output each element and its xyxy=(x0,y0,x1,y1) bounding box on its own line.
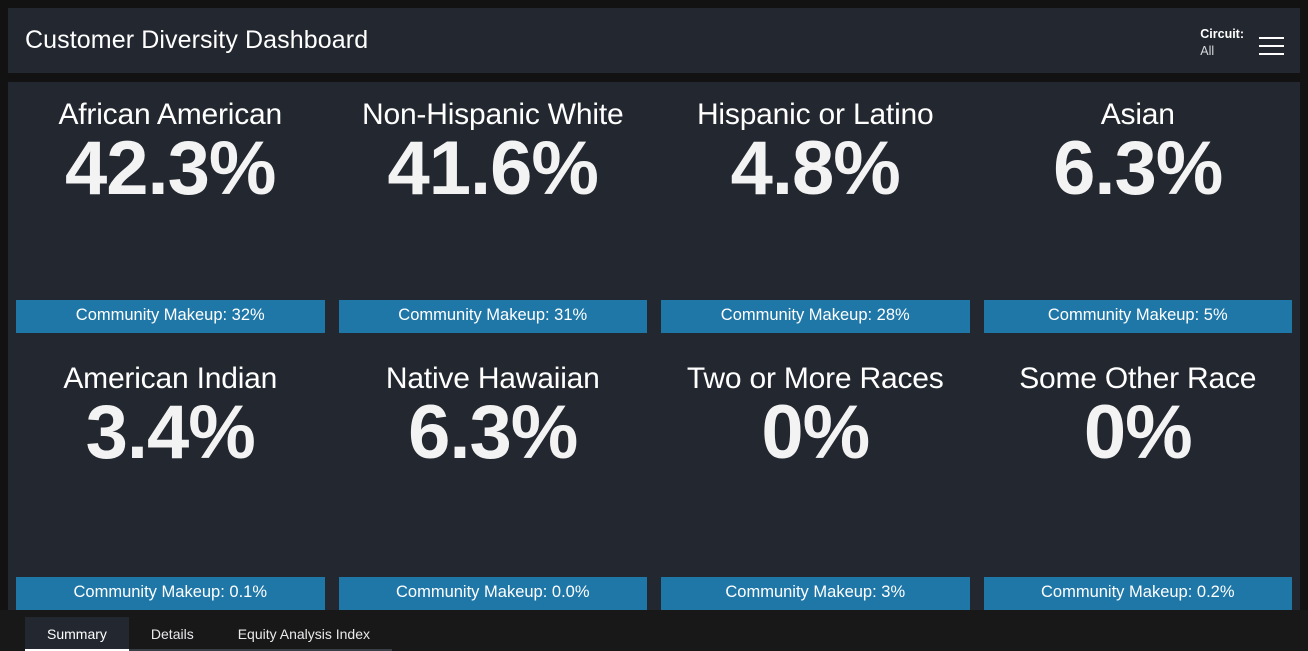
tab-summary[interactable]: Summary xyxy=(25,617,129,651)
kpi-value: 0% xyxy=(761,389,870,475)
circuit-filter-label: Circuit: xyxy=(1200,27,1244,41)
tab-details[interactable]: Details xyxy=(128,617,216,651)
kpi-grid: African American 42.3% Community Makeup:… xyxy=(8,82,1300,610)
hamburger-bar-3 xyxy=(1259,53,1284,55)
hamburger-menu-icon[interactable] xyxy=(1259,37,1284,55)
kpi-value: 4.8% xyxy=(730,125,901,211)
kpi-community-makeup-banner: Community Makeup: 0.1% xyxy=(16,577,325,610)
kpi-value: 41.6% xyxy=(387,125,599,211)
dashboard-app: Customer Diversity Dashboard Circuit: Al… xyxy=(0,0,1308,651)
tab-summary-label: Summary xyxy=(47,626,107,642)
circuit-filter[interactable]: Circuit: All xyxy=(1200,26,1244,60)
tab-equity-analysis-index[interactable]: Equity Analysis Index xyxy=(215,617,392,651)
tab-details-label: Details xyxy=(150,626,194,642)
kpi-card-two-or-more-races[interactable]: Two or More Races 0% Community Makeup: 3… xyxy=(661,346,970,610)
dashboard-content: African American 42.3% Community Makeup:… xyxy=(8,82,1300,610)
kpi-card-some-other-race[interactable]: Some Other Race 0% Community Makeup: 0.2… xyxy=(983,346,1292,610)
kpi-community-makeup-banner: Community Makeup: 3% xyxy=(661,577,970,610)
tab-equity-analysis-index-label: Equity Analysis Index xyxy=(237,626,370,642)
kpi-card-african-american[interactable]: African American 42.3% Community Makeup:… xyxy=(16,82,325,346)
kpi-value: 6.3% xyxy=(408,389,578,475)
circuit-filter-value[interactable]: All xyxy=(1200,43,1244,60)
hamburger-bar-2 xyxy=(1259,45,1284,47)
kpi-value: 6.3% xyxy=(1053,125,1223,211)
hamburger-bar-1 xyxy=(1259,37,1284,39)
kpi-card-asian[interactable]: Asian 6.3% Community Makeup: 5% xyxy=(983,82,1292,346)
kpi-card-non-hispanic-white[interactable]: Non-Hispanic White 41.6% Community Makeu… xyxy=(338,82,647,346)
kpi-card-american-indian[interactable]: American Indian 3.4% Community Makeup: 0… xyxy=(16,346,325,610)
kpi-community-makeup-banner: Community Makeup: 32% xyxy=(16,300,325,333)
kpi-community-makeup-banner: Community Makeup: 0.2% xyxy=(983,577,1292,610)
dashboard-header: Customer Diversity Dashboard Circuit: Al… xyxy=(8,8,1300,73)
kpi-value: 3.4% xyxy=(85,389,256,475)
kpi-value: 0% xyxy=(1083,389,1193,475)
kpi-value: 42.3% xyxy=(65,125,276,211)
tab-bar: Summary Details Equity Analysis Index xyxy=(0,610,1308,651)
kpi-community-makeup-banner: Community Makeup: 0.0% xyxy=(338,577,647,610)
kpi-community-makeup-banner: Community Makeup: 5% xyxy=(983,300,1292,333)
kpi-card-hispanic-or-latino[interactable]: Hispanic or Latino 4.8% Community Makeup… xyxy=(661,82,970,346)
kpi-community-makeup-banner: Community Makeup: 31% xyxy=(338,300,647,333)
kpi-community-makeup-banner: Community Makeup: 28% xyxy=(661,300,970,333)
kpi-card-native-hawaiian[interactable]: Native Hawaiian 6.3% Community Makeup: 0… xyxy=(338,346,647,610)
page-title: Customer Diversity Dashboard xyxy=(25,26,369,54)
